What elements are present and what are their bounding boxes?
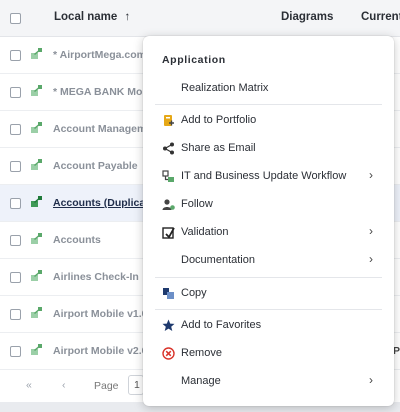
menu-item-remove[interactable]: Remove	[143, 341, 394, 367]
menu-item-label: Manage	[181, 375, 221, 387]
row-checkbox[interactable]	[10, 198, 21, 209]
menu-item-label: Copy	[181, 287, 207, 299]
share-icon	[163, 142, 174, 155]
menu-item-documentation[interactable]: Documentation ›	[143, 248, 394, 274]
select-all-checkbox[interactable]	[10, 13, 21, 24]
application-icon	[31, 85, 42, 96]
application-icon	[31, 344, 42, 355]
menu-item-manage[interactable]: Manage ›	[143, 369, 394, 395]
row-name[interactable]: Airport Mobile v2.0	[53, 345, 148, 357]
menu-item-label: Share as Email	[181, 142, 256, 154]
application-icon	[31, 233, 42, 244]
row-name[interactable]: Airlines Check-In	[53, 271, 139, 283]
portfolio-icon	[164, 115, 174, 126]
column-diagrams[interactable]: Diagrams	[281, 11, 333, 23]
remove-icon	[162, 347, 175, 360]
row-checkbox[interactable]	[10, 161, 21, 172]
row-name[interactable]: Account Payable	[53, 160, 138, 172]
menu-item-label: Realization Matrix	[181, 82, 269, 94]
row-checkbox[interactable]	[10, 87, 21, 98]
column-local-name[interactable]: Local name ↑	[54, 11, 130, 23]
submenu-arrow-icon: ›	[369, 373, 373, 387]
menu-item-label: Remove	[181, 347, 222, 359]
application-icon	[31, 307, 42, 318]
table-header: Local name ↑ Diagrams Current	[0, 0, 400, 37]
menu-divider	[155, 104, 382, 105]
menu-item-label: Documentation	[181, 254, 255, 266]
row-name[interactable]: * AirportMega.com	[53, 49, 146, 61]
menu-section-title: Application	[162, 54, 226, 66]
star-icon	[162, 319, 175, 331]
application-icon	[31, 196, 42, 207]
row-checkbox[interactable]	[10, 309, 21, 320]
first-page-button[interactable]: «	[26, 379, 32, 391]
row-name-link[interactable]: Accounts (Duplica	[53, 197, 145, 209]
validation-icon	[162, 227, 175, 239]
copy-icon	[163, 288, 174, 299]
page-number-input[interactable]: 1	[128, 375, 144, 395]
application-icon	[31, 270, 42, 281]
workflow-icon	[162, 170, 174, 182]
menu-divider	[155, 309, 382, 310]
submenu-arrow-icon: ›	[369, 224, 373, 238]
row-checkbox[interactable]	[10, 50, 21, 61]
row-checkbox[interactable]	[10, 235, 21, 246]
row-name[interactable]: Accounts	[53, 234, 101, 246]
row-name[interactable]: Account Managem	[53, 123, 146, 135]
menu-item-realization-matrix[interactable]: Realization Matrix	[143, 76, 394, 102]
row-name[interactable]: * MEGA BANK Mob	[53, 86, 149, 98]
menu-item-add-to-portfolio[interactable]: Add to Portfolio	[143, 108, 394, 134]
column-local-name-label: Local name	[54, 11, 118, 23]
menu-item-share-as-email[interactable]: Share as Email	[143, 136, 394, 162]
menu-item-label: IT and Business Update Workflow	[181, 170, 347, 182]
application-icon	[31, 159, 42, 170]
submenu-arrow-icon: ›	[369, 168, 373, 182]
row-name[interactable]: Airport Mobile v1.0	[53, 308, 148, 320]
menu-item-label: Validation	[181, 226, 229, 238]
application-icon	[31, 122, 42, 133]
menu-item-validation[interactable]: Validation ›	[143, 220, 394, 246]
row-checkbox[interactable]	[10, 346, 21, 357]
row-checkbox[interactable]	[10, 124, 21, 135]
follow-icon	[162, 199, 175, 210]
context-menu: Application Realization Matrix Add to Po…	[143, 36, 394, 406]
submenu-arrow-icon: ›	[369, 252, 373, 266]
menu-item-follow[interactable]: Follow	[143, 192, 394, 218]
sort-ascending-icon: ↑	[124, 11, 131, 23]
menu-item-label: Add to Favorites	[181, 319, 262, 331]
application-icon	[31, 48, 42, 59]
page-label: Page	[94, 380, 119, 392]
menu-divider	[155, 277, 382, 278]
menu-item-copy[interactable]: Copy	[143, 281, 394, 307]
row-checkbox[interactable]	[10, 272, 21, 283]
row-current-value: P	[393, 345, 400, 357]
menu-item-add-to-favorites[interactable]: Add to Favorites	[143, 313, 394, 339]
column-current[interactable]: Current	[361, 11, 400, 23]
menu-item-label: Follow	[181, 198, 213, 210]
menu-item-it-business-update-workflow[interactable]: IT and Business Update Workflow ›	[143, 164, 394, 190]
previous-page-button[interactable]: ‹	[62, 379, 66, 391]
menu-item-label: Add to Portfolio	[181, 114, 257, 126]
